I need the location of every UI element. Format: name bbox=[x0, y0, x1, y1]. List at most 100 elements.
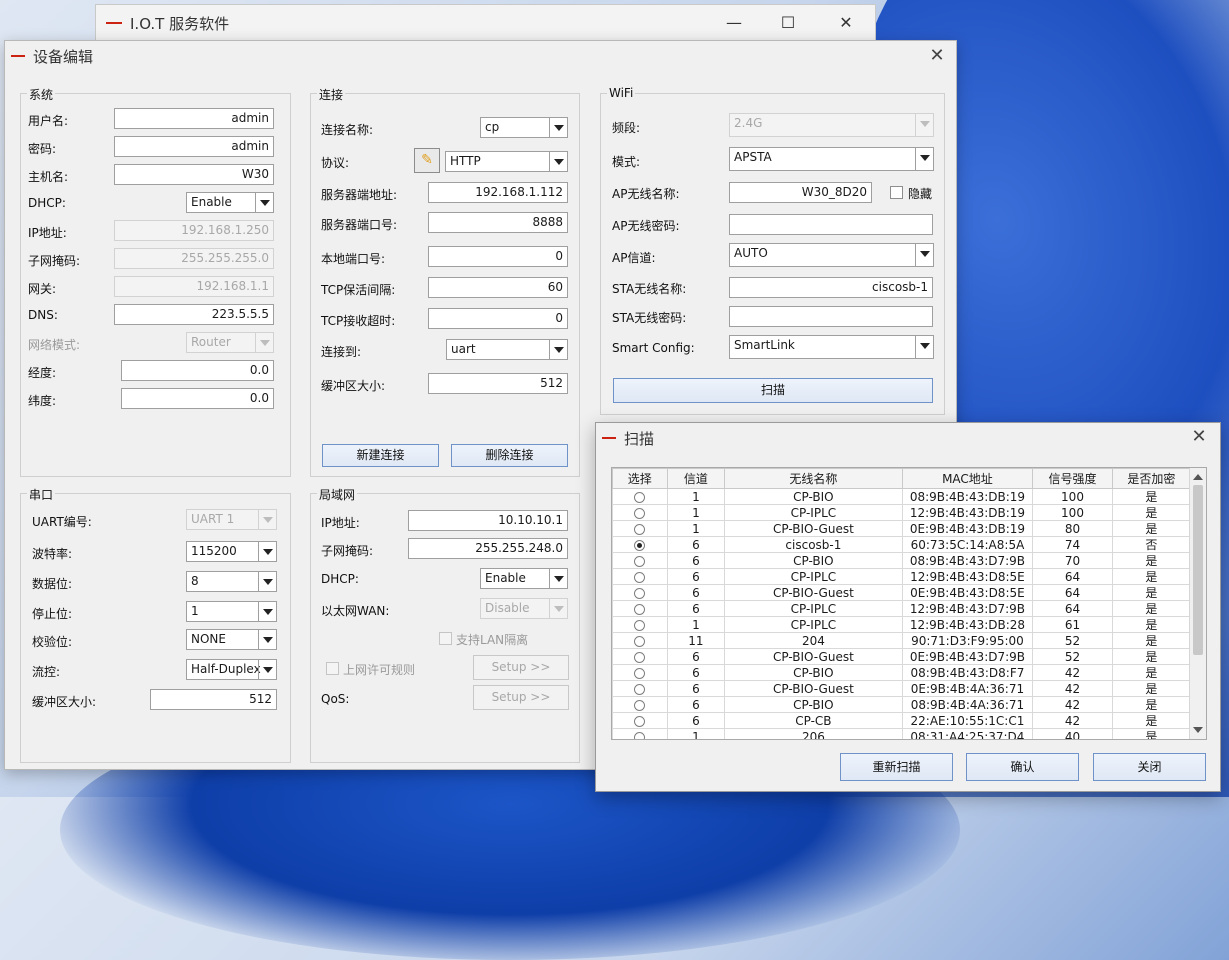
local-port-input[interactable]: 0 bbox=[428, 246, 568, 267]
select-radio[interactable] bbox=[634, 587, 646, 599]
column-header[interactable]: 选择 bbox=[612, 468, 668, 489]
column-header[interactable]: MAC地址 bbox=[901, 468, 1034, 489]
conn-name-select[interactable]: cp bbox=[480, 117, 568, 138]
scan-button[interactable]: 扫描 bbox=[613, 378, 933, 403]
server-addr-input[interactable]: 192.168.1.112 bbox=[428, 182, 568, 203]
connect-to-select[interactable]: uart bbox=[446, 339, 568, 360]
table-row[interactable]: 6 CP-BIO 08:9B:4B:4A:36:71 42 是 bbox=[612, 696, 1192, 713]
lan-ip-input[interactable]: 10.10.10.1 bbox=[408, 510, 568, 531]
select-radio[interactable] bbox=[634, 683, 646, 695]
ap-ssid-input[interactable]: W30_8D20 bbox=[729, 182, 872, 203]
databits-select[interactable]: 8 bbox=[186, 571, 277, 592]
enc-cell: 是 bbox=[1111, 696, 1192, 713]
latitude-input[interactable]: 0.0 bbox=[121, 388, 274, 409]
signal-cell: 64 bbox=[1032, 584, 1113, 601]
table-row[interactable]: 6 CP-BIO 08:9B:4B:43:D7:9B 70 是 bbox=[612, 552, 1192, 569]
password-input[interactable]: admin bbox=[114, 136, 274, 157]
username-input[interactable]: admin bbox=[114, 108, 274, 129]
select-radio[interactable] bbox=[634, 507, 646, 519]
scrollbar-thumb[interactable] bbox=[1193, 485, 1203, 655]
table-row[interactable]: 1 CP-BIO-Guest 0E:9B:4B:43:DB:19 80 是 bbox=[612, 520, 1192, 537]
select-radio[interactable] bbox=[634, 571, 646, 583]
select-cell bbox=[612, 648, 668, 665]
table-row[interactable]: 6 CP-CB 22:AE:10:55:1C:C1 42 是 bbox=[612, 712, 1192, 729]
select-radio[interactable] bbox=[634, 555, 646, 567]
confirm-button[interactable]: 确认 bbox=[966, 753, 1079, 781]
mac-cell: 08:9B:4B:43:D8:F7 bbox=[901, 664, 1034, 681]
table-row[interactable]: 1 CP-IPLC 12:9B:4B:43:DB:28 61 是 bbox=[612, 616, 1192, 633]
channel-cell: 6 bbox=[666, 584, 726, 601]
serial-buffer-input[interactable]: 512 bbox=[150, 689, 277, 710]
select-radio[interactable] bbox=[634, 523, 646, 535]
ap-password-input[interactable] bbox=[729, 214, 933, 235]
ssid-cell: CP-BIO bbox=[724, 696, 903, 713]
select-radio[interactable] bbox=[634, 619, 646, 631]
baud-select[interactable]: 115200 bbox=[186, 541, 277, 562]
minimize-icon[interactable]: — bbox=[724, 13, 744, 33]
select-radio[interactable] bbox=[634, 699, 646, 711]
table-row[interactable]: 1 CP-BIO 08:9B:4B:43:DB:19 100 是 bbox=[612, 488, 1192, 505]
smart-config-select[interactable]: SmartLink bbox=[729, 335, 934, 359]
sta-ssid-input[interactable]: ciscosb-1 bbox=[729, 277, 933, 298]
scroll-up-icon[interactable] bbox=[1193, 474, 1203, 480]
close-icon[interactable]: ✕ bbox=[926, 45, 948, 67]
table-row[interactable]: 1 206 08:31:A4:25:37:D4 40 是 bbox=[612, 728, 1192, 739]
lan-dhcp-select[interactable]: Enable bbox=[480, 568, 568, 589]
edit-protocol-icon[interactable]: ✎ bbox=[414, 148, 440, 173]
select-radio[interactable] bbox=[634, 603, 646, 615]
maximize-icon[interactable]: ☐ bbox=[778, 13, 798, 33]
table-row[interactable]: 6 CP-BIO 08:9B:4B:43:D8:F7 42 是 bbox=[612, 664, 1192, 681]
lan-mask-input[interactable]: 255.255.248.0 bbox=[408, 538, 568, 559]
hostname-input[interactable]: W30 bbox=[114, 164, 274, 185]
table-row[interactable]: 6 CP-BIO-Guest 0E:9B:4B:43:D7:9B 52 是 bbox=[612, 648, 1192, 665]
mac-cell: 22:AE:10:55:1C:C1 bbox=[901, 712, 1034, 729]
sta-password-input[interactable] bbox=[729, 306, 933, 327]
table-row[interactable]: 6 CP-BIO-Guest 0E:9B:4B:4A:36:71 42 是 bbox=[612, 680, 1192, 697]
new-connection-button[interactable]: 新建连接 bbox=[322, 444, 439, 467]
select-radio[interactable] bbox=[634, 667, 646, 679]
select-radio[interactable] bbox=[634, 651, 646, 663]
ap-password-label: AP无线密码: bbox=[612, 219, 680, 233]
select-radio[interactable] bbox=[634, 715, 646, 727]
table-row[interactable]: 11 204 90:71:D3:F9:95:00 52 是 bbox=[612, 632, 1192, 649]
scroll-down-icon[interactable] bbox=[1193, 727, 1203, 733]
chevron-down-icon bbox=[549, 599, 567, 618]
table-row[interactable]: 6 ciscosb-1 60:73:5C:14:A8:5A 74 否 bbox=[612, 536, 1192, 553]
table-row[interactable]: 6 CP-IPLC 12:9B:4B:43:D7:9B 64 是 bbox=[612, 600, 1192, 617]
stopbits-select[interactable]: 1 bbox=[186, 601, 277, 622]
close-icon[interactable]: ✕ bbox=[836, 13, 856, 33]
flow-select[interactable]: Half-Duplex bbox=[186, 659, 277, 680]
dns-input[interactable]: 223.5.5.5 bbox=[114, 304, 274, 325]
select-radio[interactable] bbox=[634, 491, 646, 503]
ap-channel-select[interactable]: AUTO bbox=[729, 243, 934, 267]
dhcp-select[interactable]: Enable bbox=[186, 192, 274, 213]
ssid-cell: CP-IPLC bbox=[724, 504, 903, 521]
select-radio[interactable] bbox=[634, 539, 646, 551]
delete-connection-button[interactable]: 删除连接 bbox=[451, 444, 568, 467]
ssid-cell: CP-BIO-Guest bbox=[724, 520, 903, 537]
select-radio[interactable] bbox=[634, 731, 646, 739]
select-radio[interactable] bbox=[634, 635, 646, 647]
hide-ssid-checkbox[interactable] bbox=[890, 186, 903, 199]
protocol-select[interactable]: HTTP bbox=[445, 151, 568, 172]
mode-select[interactable]: APSTA bbox=[729, 147, 934, 171]
tcp-timeout-input[interactable]: 0 bbox=[428, 308, 568, 329]
column-header[interactable]: 无线名称 bbox=[724, 468, 903, 489]
parity-select[interactable]: NONE bbox=[186, 629, 277, 650]
tcp-keepalive-input[interactable]: 60 bbox=[428, 277, 568, 298]
server-port-input[interactable]: 8888 bbox=[428, 212, 568, 233]
scrollbar[interactable] bbox=[1189, 468, 1206, 739]
close-icon[interactable]: ✕ bbox=[1188, 426, 1210, 448]
column-header[interactable]: 信道 bbox=[666, 468, 726, 489]
rescan-button[interactable]: 重新扫描 bbox=[840, 753, 953, 781]
select-cell bbox=[612, 728, 668, 739]
column-header[interactable]: 是否加密 bbox=[1111, 468, 1192, 489]
column-header[interactable]: 信号强度 bbox=[1032, 468, 1113, 489]
band-label: 频段: bbox=[612, 121, 641, 135]
longitude-input[interactable]: 0.0 bbox=[121, 360, 274, 381]
table-row[interactable]: 6 CP-IPLC 12:9B:4B:43:D8:5E 64 是 bbox=[612, 568, 1192, 585]
close-button[interactable]: 关闭 bbox=[1093, 753, 1206, 781]
table-row[interactable]: 1 CP-IPLC 12:9B:4B:43:DB:19 100 是 bbox=[612, 504, 1192, 521]
table-row[interactable]: 6 CP-BIO-Guest 0E:9B:4B:43:D8:5E 64 是 bbox=[612, 584, 1192, 601]
conn-buffer-input[interactable]: 512 bbox=[428, 373, 568, 394]
